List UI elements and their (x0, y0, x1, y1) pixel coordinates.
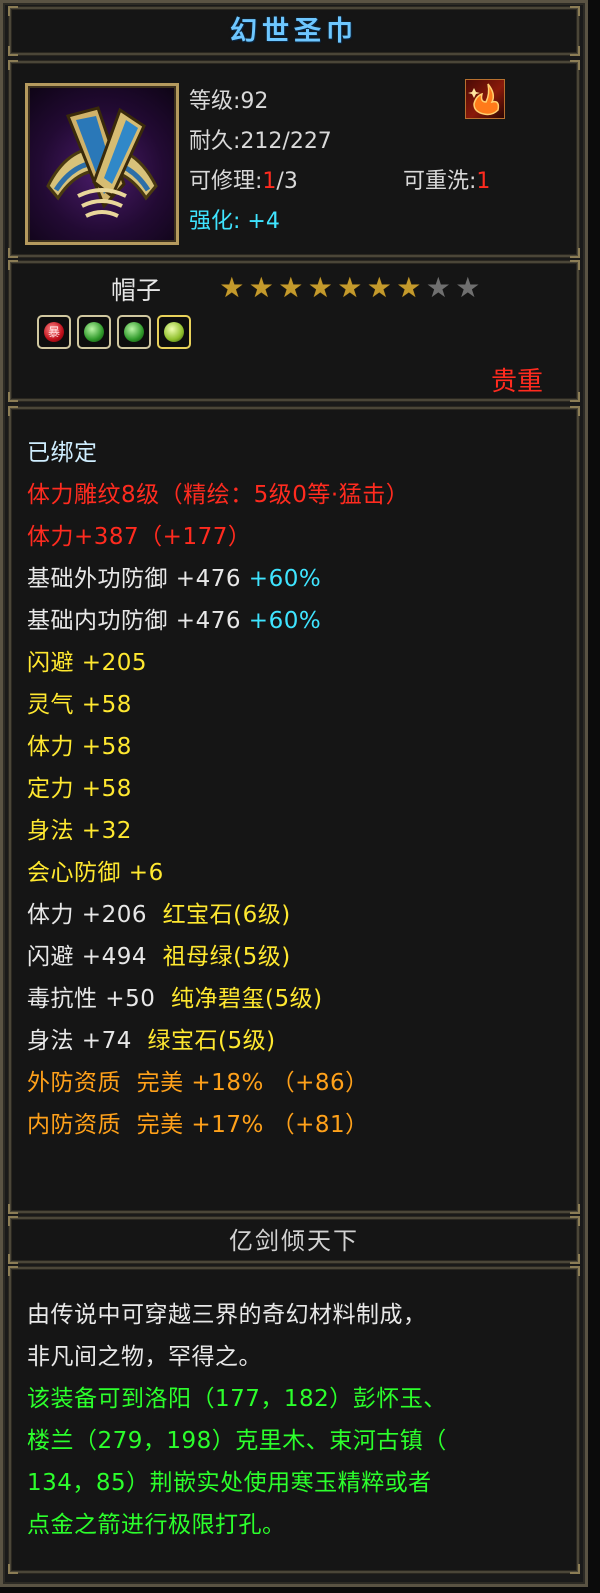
star-rating: ★ ★ ★ ★ ★ ★ ★ ★ ★ (217, 273, 483, 303)
reroll-label: 可重洗: (403, 169, 477, 194)
spirit-stat: 灵气 +58 (27, 692, 132, 718)
red-gem-icon: 暴 (37, 315, 71, 349)
gem-bonus-1: 体力 +206 红宝石(6级) (27, 895, 291, 929)
item-type-panel: 帽子 ★ ★ ★ ★ ★ ★ ★ ★ ★ 暴 贵重 (8, 260, 580, 402)
gem-bonus-1-value: 体力 +206 (27, 902, 147, 928)
gem-slots: 暴 (37, 315, 191, 349)
reroll-value: 1 (476, 169, 491, 194)
item-type: 帽子 (111, 276, 162, 305)
gem-bonus-4-value: 身法 +74 (27, 1028, 132, 1054)
hint-line-2: 楼兰（279，198）克里木、束河古镇（ (27, 1428, 447, 1454)
dodge-stat: 闪避 +205 (27, 650, 147, 676)
star-icon: ★ (278, 271, 304, 304)
star-icon: ★ (455, 271, 481, 304)
enhance-level: 强化: +4 (189, 209, 280, 234)
attributes-panel: 已绑定 体力雕纹8级（精绘：5级0等·猛击） 体力+387（+177） 基础外功… (8, 406, 580, 1214)
bound-status: 已绑定 (27, 440, 98, 466)
inner-defense-label: 基础内功防御 +476 (27, 608, 241, 634)
star-icon: ★ (337, 271, 363, 304)
title-bar: 幻世圣巾 (8, 6, 580, 56)
flame-rank-icon (465, 79, 505, 119)
stamina-stat: 体力 +58 (27, 734, 132, 760)
outer-defense-pct: +60% (248, 566, 322, 592)
item-header: 等级:92 耐久:212/227 可修理:1/3 可重洗:1 强化: +4 (8, 60, 580, 258)
turban-item-icon (25, 83, 179, 245)
crit-defense-stat: 会心防御 +6 (27, 860, 164, 886)
outer-quality: 外防资质 完美 +18% （+86） (27, 1070, 369, 1096)
item-tooltip: 幻世圣巾 等级:92 耐久:212/227 可修理:1/3 可重洗:1 强化: … (0, 0, 588, 1587)
set-name: 亿剑倾天下 (229, 1227, 359, 1255)
hint-line-1: 该装备可到洛阳（177，182）彭怀玉、 (27, 1386, 447, 1412)
star-icon: ★ (366, 271, 392, 304)
level-text: 等级:92 (189, 89, 269, 114)
gem-bonus-2-value: 闪避 +494 (27, 944, 147, 970)
inner-defense: 基础内功防御 +476 +60% (27, 601, 321, 635)
repair-total: /3 (276, 169, 298, 194)
gem-bonus-1-name: 红宝石(6级) (162, 902, 291, 928)
lore-line-2: 非凡间之物，罕得之。 (27, 1344, 262, 1370)
quality-label: 贵重 (490, 367, 543, 397)
repair-used: 1 (262, 169, 277, 194)
focus-stat: 定力 +58 (27, 776, 132, 802)
star-icon: ★ (425, 271, 451, 304)
star-icon: ★ (307, 271, 333, 304)
gem-glyph: 暴 (47, 325, 60, 339)
green-gem-icon (117, 315, 151, 349)
gem-bonus-3-name: 纯净碧玺(5级) (170, 986, 323, 1012)
item-name: 幻世圣巾 (230, 16, 358, 47)
description-panel: 由传说中可穿越三界的奇幻材料制成， 非凡间之物，罕得之。 该装备可到洛阳（177… (8, 1266, 580, 1574)
gem-bonus-3-value: 毒抗性 +50 (27, 986, 156, 1012)
inner-quality: 内防资质 完美 +17% （+81） (27, 1112, 369, 1138)
star-icon: ★ (396, 271, 422, 304)
outer-defense: 基础外功防御 +476 +60% (27, 559, 321, 593)
jade-gem-icon (157, 315, 191, 349)
repair-count: 可修理:1/3 (189, 163, 298, 195)
outer-defense-label: 基础外功防御 +476 (27, 566, 241, 592)
gem-bonus-3: 毒抗性 +50 纯净碧玺(5级) (27, 979, 323, 1013)
star-icon: ★ (248, 271, 274, 304)
gem-bonus-2: 闪避 +494 祖母绿(5级) (27, 937, 291, 971)
inner-defense-pct: +60% (248, 608, 322, 634)
hint-line-3: 134，85）荆嵌实处使用寒玉精粹或者 (27, 1470, 432, 1496)
lore-line-1: 由传说中可穿越三界的奇幻材料制成， (27, 1302, 427, 1328)
gem-bonus-4-name: 绿宝石(5级) (147, 1028, 276, 1054)
set-name-bar: 亿剑倾天下 (8, 1216, 580, 1264)
reroll-count: 可重洗:1 (403, 163, 490, 195)
star-icon: ★ (219, 271, 245, 304)
hint-line-4: 点金之箭进行极限打孔。 (27, 1512, 286, 1538)
engrave-line: 体力雕纹8级（精绘：5级0等·猛击） (27, 482, 410, 508)
gem-bonus-4: 身法 +74 绿宝石(5级) (27, 1021, 276, 1055)
stamina-main: 体力+387（+177） (27, 524, 252, 550)
agility-stat: 身法 +32 (27, 818, 132, 844)
durability-text: 耐久:212/227 (189, 129, 332, 154)
gem-bonus-2-name: 祖母绿(5级) (162, 944, 291, 970)
green-gem-icon (77, 315, 111, 349)
repair-label: 可修理: (189, 169, 263, 194)
